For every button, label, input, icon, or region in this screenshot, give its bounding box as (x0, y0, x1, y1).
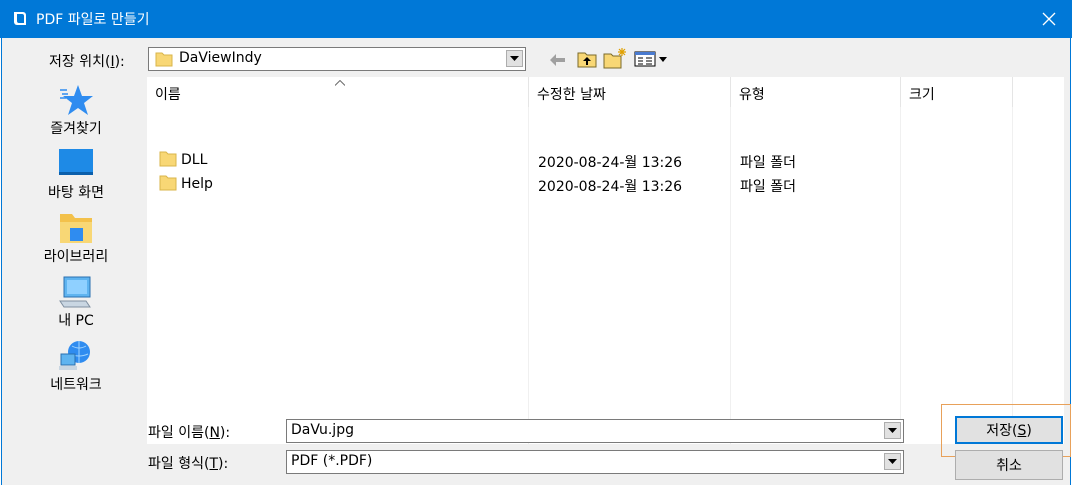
chevron-down-icon (888, 428, 897, 433)
file-list[interactable]: 이름 수정한 날짜 유형 크기 DLL 2020-08-24-월 13:26 파… (147, 77, 1064, 444)
dialog-body: 저장 위치(I): DaViewIndy 즐겨찾기 바탕 화면 라이브러리 내 … (1, 38, 1071, 485)
place-network[interactable]: 네트워크 (36, 338, 116, 398)
column-header-modified[interactable]: 수정한 날짜 (529, 77, 731, 107)
file-name: DLL (181, 152, 208, 168)
location-value: DaViewIndy (179, 50, 262, 66)
view-menu-icon (634, 51, 667, 67)
place-label: 즐겨찾기 (50, 121, 102, 137)
network-icon (59, 341, 90, 370)
folder-icon (159, 151, 177, 167)
place-label: 내 PC (58, 313, 94, 329)
location-dropdown[interactable]: DaViewIndy (148, 47, 526, 71)
filename-value: DaVu.jpg (291, 422, 354, 438)
close-button[interactable] (1026, 0, 1072, 38)
chevron-down-icon (510, 56, 519, 61)
filetype-dropdown[interactable]: PDF (*.PDF) (286, 450, 904, 474)
file-modified: 2020-08-24-월 13:26 (538, 179, 683, 195)
place-label: 라이브러리 (43, 249, 109, 265)
filetype-dropdown-button[interactable] (884, 453, 901, 470)
folder-icon (155, 52, 173, 67)
title-bar: PDF 파일로 만들기 (0, 0, 1072, 38)
new-folder-icon (603, 48, 626, 69)
place-label: 네트워크 (50, 377, 102, 393)
computer-icon (59, 276, 91, 308)
up-folder-icon (577, 52, 597, 68)
place-label: 바탕 화면 (48, 185, 104, 201)
places-bar: 즐겨찾기 바탕 화면 라이브러리 내 PC 네트워크 (36, 82, 116, 452)
app-icon (14, 12, 26, 25)
filename-label: 파일 이름(N): (148, 425, 231, 441)
up-folder-button[interactable] (576, 49, 598, 69)
library-icon (60, 214, 92, 243)
place-library[interactable]: 라이브러리 (36, 210, 116, 270)
filetype-label: 파일 형식(T): (148, 456, 229, 472)
place-favorites[interactable]: 즐겨찾기 (36, 82, 116, 142)
location-label: 저장 위치(I): (49, 54, 125, 70)
location-dropdown-button[interactable] (506, 50, 523, 67)
list-item[interactable]: DLL 2020-08-24-월 13:26 파일 폴더 (147, 149, 1013, 173)
filename-input[interactable]: DaVu.jpg (286, 419, 904, 443)
column-header-name[interactable]: 이름 (147, 77, 529, 107)
window-title: PDF 파일로 만들기 (36, 12, 150, 28)
star-icon (60, 85, 93, 115)
back-button[interactable] (549, 51, 567, 69)
save-button-label: 저장(S) (986, 423, 1032, 439)
folder-icon (159, 175, 177, 191)
file-type: 파일 폴더 (740, 155, 796, 171)
filetype-value: PDF (*.PDF) (291, 453, 373, 469)
cancel-button-label: 취소 (996, 458, 1022, 474)
list-item[interactable]: Help 2020-08-24-월 13:26 파일 폴더 (147, 173, 1013, 197)
back-arrow-icon (550, 54, 565, 66)
file-modified: 2020-08-24-월 13:26 (538, 155, 683, 171)
column-header-size[interactable]: 크기 (901, 77, 1013, 107)
view-menu-button[interactable] (634, 50, 668, 68)
place-this-pc[interactable]: 내 PC (36, 274, 116, 334)
place-desktop[interactable]: 바탕 화면 (36, 146, 116, 206)
column-header-type[interactable]: 유형 (731, 77, 901, 107)
filename-dropdown-button[interactable] (884, 422, 901, 439)
file-type: 파일 폴더 (740, 179, 796, 195)
file-name: Help (181, 176, 213, 192)
new-folder-button[interactable] (603, 47, 627, 69)
close-icon (1042, 12, 1056, 26)
cancel-button[interactable]: 취소 (955, 450, 1063, 480)
desktop-icon (59, 149, 93, 175)
sort-up-icon (335, 80, 345, 86)
chevron-down-icon (888, 459, 897, 464)
save-button[interactable]: 저장(S) (955, 416, 1063, 444)
